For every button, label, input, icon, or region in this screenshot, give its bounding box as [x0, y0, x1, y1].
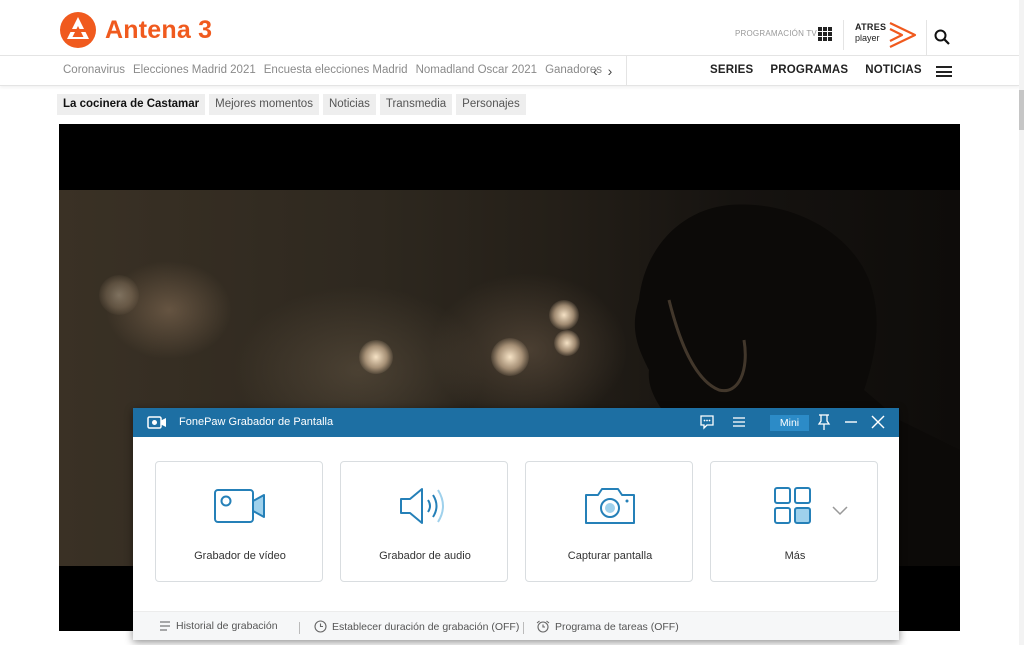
- more-options-card[interactable]: Más: [710, 461, 878, 582]
- tab-noticias[interactable]: Noticias: [322, 94, 376, 115]
- atres-label: ATRES: [855, 22, 887, 32]
- hamburger-menu-icon[interactable]: [936, 66, 952, 77]
- trending-topics: Coronavirus Elecciones Madrid 2021 Encue…: [63, 64, 602, 76]
- menu-icon[interactable]: [731, 414, 747, 430]
- footer-label: Historial de grabación: [176, 620, 278, 632]
- bokeh-light: [359, 340, 393, 374]
- card-label: Grabador de vídeo: [194, 550, 286, 562]
- audio-recorder-card[interactable]: Grabador de audio: [340, 461, 508, 582]
- clock-icon: [314, 620, 327, 633]
- footer-divider: [299, 622, 300, 634]
- atresplayer-arrow-icon: [889, 22, 917, 48]
- pin-icon[interactable]: [816, 413, 832, 431]
- video-recorder-card[interactable]: Grabador de vídeo: [155, 461, 323, 582]
- antena3-logo-icon: [60, 12, 96, 48]
- recorder-window: FonePaw Grabador de Pantalla Mini Grabad…: [133, 408, 899, 640]
- scrollbar-thumb[interactable]: [1019, 90, 1024, 130]
- bokeh-light: [554, 330, 580, 356]
- bokeh-light: [491, 338, 529, 376]
- tab-personajes[interactable]: Personajes: [456, 94, 526, 115]
- site-header: Antena 3 PROGRAMACIÓN TV ATRES player: [0, 0, 1020, 56]
- list-icon: [160, 621, 170, 631]
- trending-link[interactable]: Elecciones Madrid 2021: [133, 64, 256, 76]
- chevron-down-icon[interactable]: [832, 506, 848, 516]
- player-label: player: [855, 33, 880, 43]
- nav-programas[interactable]: PROGRAMAS: [770, 64, 848, 76]
- site-logo[interactable]: Antena 3: [59, 11, 212, 49]
- apps-grid-icon[interactable]: [818, 27, 832, 41]
- alarm-icon: [536, 620, 550, 633]
- recorder-app-icon: [147, 416, 166, 429]
- trending-link[interactable]: Coronavirus: [63, 64, 125, 76]
- recorder-options: Grabador de vídeo Grabador de audio Capt…: [155, 461, 878, 582]
- recorder-footer: Historial de grabación Establecer duraci…: [133, 611, 899, 640]
- set-duration-link[interactable]: Establecer duración de grabación (OFF): [314, 620, 519, 633]
- recording-history-link[interactable]: Historial de grabación: [159, 620, 278, 632]
- card-label: Grabador de audio: [379, 550, 471, 562]
- mini-mode-button[interactable]: Mini: [770, 415, 809, 431]
- header-divider: [926, 20, 927, 56]
- footer-label: Establecer duración de grabación (OFF): [332, 620, 520, 633]
- trending-arrows: ‹ ›: [593, 63, 612, 79]
- navigation-bar: Coronavirus Elecciones Madrid 2021 Encue…: [0, 56, 1020, 86]
- tab-mejores-momentos[interactable]: Mejores momentos: [209, 94, 319, 115]
- programacion-tv-link[interactable]: PROGRAMACIÓN TV: [735, 29, 817, 38]
- footer-label: Programa de tareas (OFF): [555, 620, 679, 633]
- trending-link[interactable]: Encuesta elecciones Madrid: [264, 64, 408, 76]
- card-label: Más: [784, 550, 806, 562]
- camera-icon: [585, 488, 635, 524]
- card-label: Capturar pantalla: [567, 550, 653, 562]
- minimize-icon[interactable]: [843, 414, 859, 430]
- nav-divider: [626, 56, 627, 86]
- chevron-left-icon[interactable]: ‹: [593, 63, 598, 79]
- browser-page: Antena 3 PROGRAMACIÓN TV ATRES player Co…: [0, 0, 1024, 645]
- screenshot-card[interactable]: Capturar pantalla: [525, 461, 693, 582]
- footer-divider: [523, 622, 524, 634]
- chevron-right-icon[interactable]: ›: [608, 63, 613, 79]
- close-icon[interactable]: [870, 414, 886, 430]
- logo-text: Antena 3: [105, 15, 213, 44]
- main-nav: SERIES PROGRAMAS NOTICIAS: [710, 64, 922, 76]
- recorder-titlebar[interactable]: FonePaw Grabador de Pantalla Mini: [133, 408, 899, 437]
- video-camera-icon: [214, 489, 265, 523]
- tab-la-cocinera[interactable]: La cocinera de Castamar: [57, 94, 206, 115]
- task-schedule-link[interactable]: Programa de tareas (OFF): [536, 620, 679, 633]
- atresplayer-link[interactable]: ATRES player: [855, 22, 920, 48]
- header-divider: [843, 20, 844, 50]
- search-icon[interactable]: [934, 29, 950, 45]
- nav-series[interactable]: SERIES: [710, 64, 753, 76]
- recorder-title: FonePaw Grabador de Pantalla: [179, 416, 334, 428]
- bokeh-light: [549, 300, 579, 330]
- series-subtabs: La cocinera de Castamar Mejores momentos…: [57, 94, 526, 115]
- grid-four-icon: [774, 487, 811, 524]
- tab-transmedia[interactable]: Transmedia: [379, 94, 453, 115]
- bokeh-light: [99, 275, 139, 315]
- trending-link[interactable]: Nomadland Oscar 2021: [416, 64, 537, 76]
- nav-noticias[interactable]: NOTICIAS: [865, 64, 922, 76]
- feedback-icon[interactable]: [699, 414, 715, 430]
- speaker-icon: [400, 488, 444, 524]
